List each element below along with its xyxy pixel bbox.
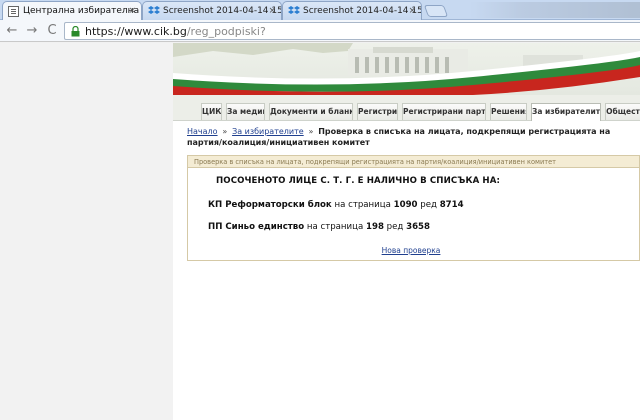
main-navigation: ЦИК За медии Документи и бланки Регистри…	[173, 95, 640, 121]
blurred-tab-area	[470, 2, 640, 18]
nav-tab-decisions[interactable]: Решения	[490, 103, 527, 120]
panel-title: Проверка в списъка на лицата, подкрепящи…	[188, 156, 639, 168]
tab-cik[interactable]: Централна избирателна ×	[2, 1, 142, 20]
address-bar[interactable]: https://www.cik.bg/reg_podpiski?	[64, 22, 640, 40]
document-icon	[8, 6, 19, 17]
browser-toolbar: ← → C https://www.cik.bg/reg_podpiski?	[0, 20, 640, 42]
new-tab-button[interactable]	[423, 5, 449, 17]
url-host: https://www.cik.bg	[85, 25, 187, 38]
cik-page: ЦИК За медии Документи и бланки Регистри…	[173, 43, 640, 420]
close-tab-icon[interactable]: ×	[128, 2, 136, 20]
result-heading: ПОСОЧЕНОТО ЛИЦЕ С. Т. Г. Е НАЛИЧНО В СПИ…	[216, 176, 500, 186]
reload-button[interactable]: C	[44, 23, 60, 39]
lock-icon	[71, 26, 80, 37]
browser-window: Централна избирателна × Screenshot 2014-…	[0, 0, 640, 420]
nav-tab-registers[interactable]: Регистри	[357, 103, 398, 120]
back-button[interactable]: ←	[4, 23, 20, 39]
tab-screenshot-1[interactable]: Screenshot 2014-04-14 15 ×	[142, 1, 282, 20]
nav-tab-documents[interactable]: Документи и бланки	[269, 103, 353, 120]
page-label: на страница	[334, 200, 391, 210]
url-path: /reg_podpiski?	[186, 25, 266, 38]
tab-screenshot-2[interactable]: Screenshot 2014-04-14 15 ×	[282, 1, 422, 20]
row-number: 8714	[439, 200, 464, 210]
party-name: ПП Синьо единство	[208, 222, 305, 232]
page-viewport: ЦИК За медии Документи и бланки Регистри…	[0, 43, 640, 420]
nav-tab-media[interactable]: За медии	[226, 103, 265, 120]
url-text: https://www.cik.bg/reg_podpiski?	[85, 23, 266, 40]
nav-tab-voters[interactable]: За избирателите	[531, 103, 601, 121]
breadcrumb-separator: »	[222, 127, 228, 136]
result-entry: КП Реформаторски блок на страница 1090 р…	[208, 200, 464, 210]
result-panel: Проверка в списъка на лицата, подкрепящи…	[187, 155, 640, 261]
page-number: 198	[365, 222, 384, 232]
new-check-link[interactable]: Нова проверка	[382, 246, 441, 255]
page-label: на страница	[306, 222, 364, 232]
header-illustration	[173, 43, 640, 95]
dropbox-icon	[288, 6, 300, 14]
breadcrumb-voters-link[interactable]: За избирателите	[232, 127, 304, 136]
nav-tab-public[interactable]: Общест	[605, 103, 640, 120]
tab-strip: Централна избирателна × Screenshot 2014-…	[0, 0, 640, 20]
forward-button[interactable]: →	[24, 23, 40, 39]
tab-title: Централна избирателна	[23, 6, 140, 16]
site-header-banner	[173, 43, 640, 95]
dropbox-icon	[148, 6, 160, 14]
tab-title: Screenshot 2014-04-14 15	[163, 6, 282, 16]
party-name: КП Реформаторски блок	[208, 200, 332, 210]
nav-tab-cik[interactable]: ЦИК	[201, 103, 222, 120]
page-number: 1090	[393, 200, 418, 210]
nav-tab-registered-parties[interactable]: Регистрирани партии	[402, 103, 486, 120]
new-check-container: Нова проверка	[188, 246, 634, 255]
row-label: ред	[386, 222, 404, 232]
breadcrumb: Начало » За избирателите » Проверка в сп…	[187, 126, 640, 148]
result-entry: ПП Синьо единство на страница 198 ред 36…	[208, 222, 430, 232]
close-tab-icon[interactable]: ×	[268, 2, 276, 20]
row-label: ред	[420, 200, 437, 210]
breadcrumb-home-link[interactable]: Начало	[187, 127, 218, 136]
breadcrumb-separator: »	[308, 127, 314, 136]
close-tab-icon[interactable]: ×	[408, 2, 416, 20]
tab-title: Screenshot 2014-04-14 15	[303, 6, 422, 16]
row-number: 3658	[406, 222, 431, 232]
